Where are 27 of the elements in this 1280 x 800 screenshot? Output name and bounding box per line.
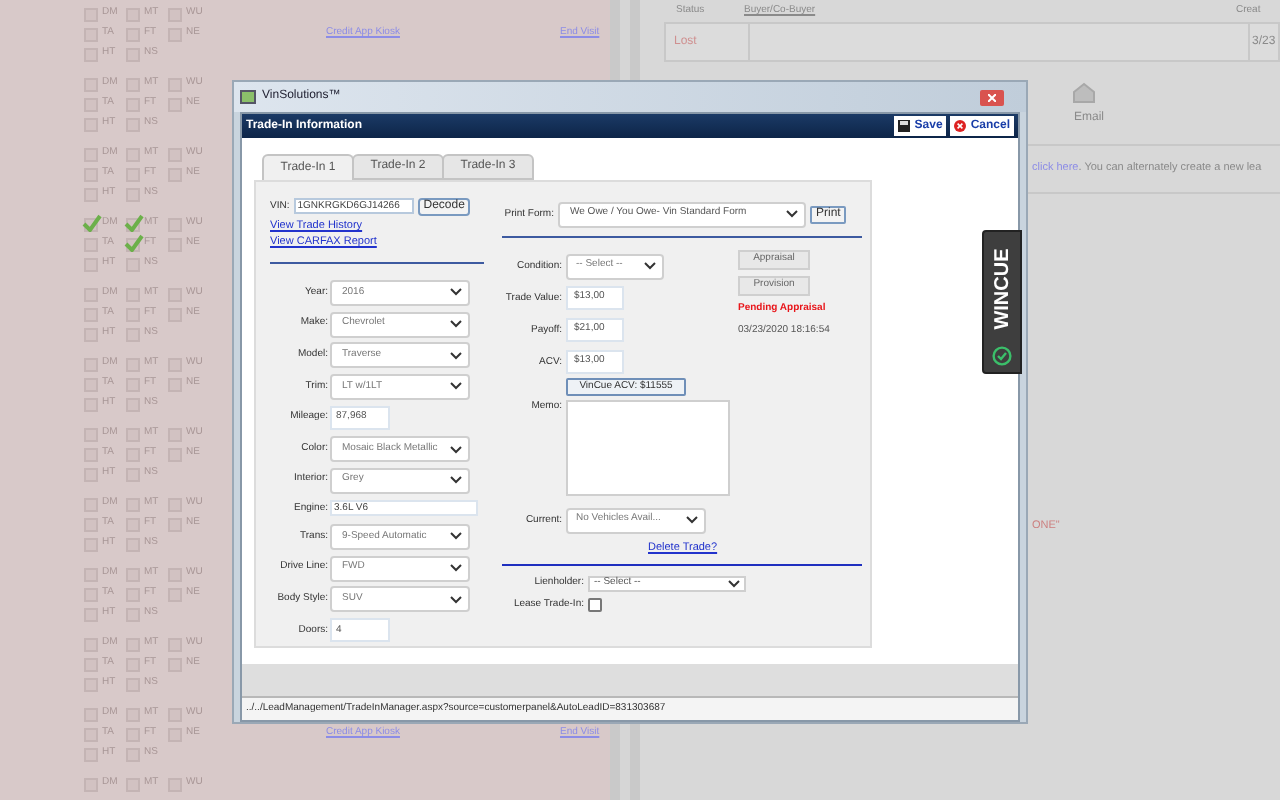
chevron-icon (786, 210, 798, 218)
floppy-icon (898, 120, 911, 132)
chevron-icon (644, 262, 656, 270)
memo-field[interactable] (566, 400, 730, 496)
side-tab-label: WINCUE (989, 247, 1015, 329)
lease-checkbox[interactable] (588, 598, 602, 613)
checkbox[interactable] (126, 237, 140, 251)
chevron-icon (450, 351, 462, 360)
chevron-icon (686, 516, 698, 524)
check-circle-icon (992, 346, 1012, 366)
chevron-icon (450, 595, 462, 604)
chevron-icon (450, 320, 462, 329)
chevron-icon (450, 445, 462, 454)
checkbox[interactable] (126, 217, 140, 231)
chevron-icon (450, 532, 462, 541)
chevron-icon (450, 476, 462, 485)
close-button[interactable] (980, 89, 1004, 105)
chevron-icon (450, 564, 462, 573)
side-tab[interactable]: WINCUE (982, 230, 1022, 374)
chevron-icon (728, 579, 740, 588)
checkbox[interactable] (84, 217, 98, 231)
close-icon (988, 93, 996, 101)
check-icon (82, 213, 102, 231)
chevron-icon (450, 288, 462, 297)
chevron-icon (450, 382, 462, 391)
cancel-icon (954, 120, 967, 132)
app-icon (240, 90, 256, 104)
